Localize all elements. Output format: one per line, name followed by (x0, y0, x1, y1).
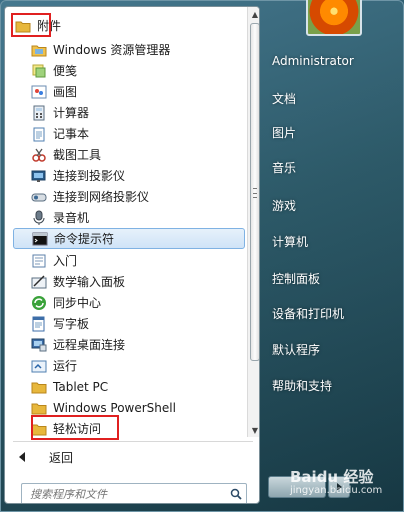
item-label: 入门 (53, 254, 78, 268)
search-icon[interactable] (226, 484, 246, 503)
list-item-sound-recorder[interactable]: 录音机 (13, 207, 245, 228)
right-item-control-panel[interactable]: 控制面板 (272, 270, 320, 287)
scrollbar[interactable]: ▲ ▼ (247, 7, 259, 437)
item-label: 便笺 (53, 64, 78, 78)
right-item-help-support[interactable]: 帮助和支持 (272, 377, 332, 394)
folder-accessories[interactable]: 附件 (13, 15, 245, 36)
list-item-command-prompt[interactable]: 命令提示符 (13, 228, 245, 249)
item-label: 连接到投影仪 (53, 169, 126, 183)
wordpad-icon (31, 316, 47, 332)
back-button[interactable]: 返回 (19, 447, 73, 467)
user-avatar[interactable] (306, 0, 362, 36)
right-item-user[interactable]: Administrator (272, 54, 354, 68)
list-item-notepad[interactable]: 记事本 (13, 123, 245, 144)
list-item-projector[interactable]: 连接到投影仪 (13, 165, 245, 186)
math-input-icon (31, 274, 47, 290)
start-menu-right-pane: Administrator 文档 图片 音乐 游戏 计算机 控制面板 设备和打印… (262, 0, 404, 512)
sound-recorder-icon (31, 210, 47, 226)
right-item-games[interactable]: 游戏 (272, 197, 296, 214)
right-item-computer[interactable]: 计算机 (272, 233, 308, 250)
scroll-down-arrow-icon[interactable]: ▼ (248, 423, 259, 437)
list-item-sync-center[interactable]: 同步中心 (13, 292, 245, 313)
right-item-documents[interactable]: 文档 (272, 90, 296, 107)
grip-icon (253, 188, 257, 198)
folder-icon (15, 18, 31, 34)
list-item-powershell[interactable]: Windows PowerShell (13, 397, 245, 418)
divider (13, 441, 253, 442)
item-label: 截图工具 (53, 148, 102, 162)
list-item-math-input[interactable]: 数学输入面板 (13, 271, 245, 292)
list-item-run[interactable]: 运行 (13, 355, 245, 376)
projector-icon (31, 168, 47, 184)
list-item-snipping-tool[interactable]: 截图工具 (13, 144, 245, 165)
list-item-remote-desktop[interactable]: 远程桌面连接 (13, 334, 245, 355)
list-item-getting-started[interactable]: 入门 (13, 250, 245, 271)
list-item-wordpad[interactable]: 写字板 (13, 313, 245, 334)
getting-started-icon (31, 253, 47, 269)
list-item-network-projector[interactable]: 连接到网络投影仪 (13, 186, 245, 207)
item-label: 画图 (53, 85, 78, 99)
item-label: 连接到网络投影仪 (53, 190, 150, 204)
list-item-explorer[interactable]: Windows 资源管理器 (13, 39, 245, 60)
search-input[interactable] (22, 484, 226, 503)
item-label: Tablet PC (53, 379, 109, 394)
list-item-tablet-pc[interactable]: Tablet PC (13, 376, 245, 397)
watermark-title: Baidu 经验 (290, 468, 374, 486)
item-label: 轻松访问 (53, 422, 102, 436)
folder-label: 附件 (37, 19, 62, 33)
sticky-notes-icon (31, 63, 47, 79)
start-menu-programs-pane: 附件 Windows 资源管理器 便笺 画图 计算器 记事本 截图工具 连接到投… (4, 6, 260, 504)
search-box[interactable] (21, 483, 247, 503)
right-item-default-programs[interactable]: 默认程序 (272, 341, 320, 358)
item-label: 远程桌面连接 (53, 338, 126, 352)
notepad-icon (31, 126, 47, 142)
item-label: 命令提示符 (54, 232, 115, 246)
list-item-ease-of-access[interactable]: 轻松访问 (13, 418, 245, 439)
folder-icon (31, 400, 47, 416)
list-item-sticky-notes[interactable]: 便笺 (13, 60, 245, 81)
item-label: 数学输入面板 (53, 275, 126, 289)
item-label: 写字板 (53, 317, 90, 331)
item-label: 同步中心 (53, 296, 102, 310)
remote-desktop-icon (31, 337, 47, 353)
item-label: Windows PowerShell (53, 400, 176, 415)
back-arrow-icon (19, 452, 25, 462)
run-icon (31, 358, 47, 374)
snipping-tool-icon (31, 147, 47, 163)
scrollbar-thumb[interactable] (250, 23, 259, 361)
sync-center-icon (31, 295, 47, 311)
programs-list: 附件 Windows 资源管理器 便笺 画图 计算器 记事本 截图工具 连接到投… (5, 7, 245, 440)
right-item-pictures[interactable]: 图片 (272, 124, 296, 141)
list-item-paint[interactable]: 画图 (13, 81, 245, 102)
watermark: Baidu 经验 jingyan.baidu.com (290, 466, 382, 496)
paint-icon (31, 84, 47, 100)
scroll-up-arrow-icon[interactable]: ▲ (248, 7, 259, 21)
right-item-music[interactable]: 音乐 (272, 159, 296, 176)
item-label: 计算器 (53, 106, 90, 120)
item-label: 运行 (53, 359, 78, 373)
folder-icon (31, 379, 47, 395)
right-item-devices-printers[interactable]: 设备和打印机 (272, 305, 344, 322)
back-label: 返回 (49, 450, 74, 465)
folder-icon (31, 421, 47, 437)
network-projector-icon (31, 189, 47, 205)
explorer-icon (31, 42, 47, 58)
item-label: 记事本 (53, 127, 90, 141)
list-item-calculator[interactable]: 计算器 (13, 102, 245, 123)
watermark-url: jingyan.baidu.com (290, 485, 383, 496)
command-prompt-icon (32, 231, 48, 247)
calculator-icon (31, 105, 47, 121)
item-label: 录音机 (53, 211, 90, 225)
item-label: Windows 资源管理器 (53, 43, 171, 57)
